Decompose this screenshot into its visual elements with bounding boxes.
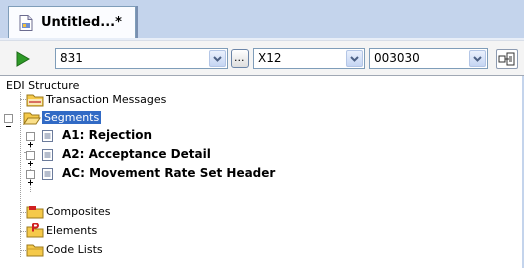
- tree-item-label: Elements: [46, 224, 98, 237]
- tab-title: Untitled...*: [41, 15, 122, 30]
- segment-icon: [42, 149, 53, 161]
- tree-item-elements[interactable]: Elements: [0, 222, 200, 240]
- transaction-set-value: 831: [60, 51, 83, 65]
- segment-icon: [42, 168, 53, 180]
- browse-button-label: ...: [234, 51, 245, 64]
- tree-item-a1[interactable]: A1: Rejection: [0, 127, 300, 147]
- toolbar: 831 ... X12 003030: [0, 40, 524, 76]
- tree-item-label: Code Lists: [46, 243, 103, 256]
- collapse-toggle[interactable]: [4, 114, 13, 127]
- standard-value: X12: [258, 51, 282, 65]
- tab-strip: Untitled...*: [0, 0, 524, 40]
- tree-item-transaction-messages[interactable]: Transaction Messages: [0, 91, 200, 109]
- document-icon: [19, 15, 33, 31]
- chevron-down-icon: [213, 56, 222, 62]
- structure-icon: [498, 52, 515, 66]
- plus-icon: [28, 180, 33, 185]
- tree-item-code-lists[interactable]: Code Lists: [0, 241, 200, 259]
- browse-button[interactable]: ...: [231, 49, 249, 68]
- expand-toggle[interactable]: [26, 170, 35, 185]
- tree-item-a2[interactable]: A2: Acceptance Detail: [0, 146, 300, 166]
- version-value: 003030: [374, 51, 420, 65]
- tree-item-label: Segments: [42, 111, 102, 124]
- tab-untitled[interactable]: Untitled...*: [8, 6, 136, 39]
- tree-item-label: Transaction Messages: [46, 93, 167, 106]
- standard-dropdown-button[interactable]: [346, 50, 363, 67]
- standard-select[interactable]: X12: [253, 48, 365, 69]
- tree-item-ac[interactable]: AC: Movement Rate Set Header: [0, 165, 340, 185]
- chevron-down-icon: [350, 56, 359, 62]
- folder-icon: [26, 244, 44, 257]
- elements-folder-icon: [26, 223, 44, 238]
- transaction-set-select[interactable]: 831: [55, 48, 228, 69]
- tab-shadow: [136, 6, 138, 39]
- expand-toggle[interactable]: [26, 151, 35, 166]
- chevron-down-icon: [473, 56, 482, 62]
- folder-icon: [26, 94, 44, 107]
- transaction-set-dropdown-button[interactable]: [209, 50, 226, 67]
- edi-structure-tree: EDI Structure Transaction Messages Segme…: [0, 76, 524, 268]
- tree-item-segments[interactable]: Segments: [0, 109, 200, 127]
- segment-icon: [42, 130, 53, 142]
- tree-item-label: AC: Movement Rate Set Header: [62, 166, 276, 180]
- tree-item-label: Composites: [46, 205, 111, 218]
- structure-button[interactable]: [496, 49, 518, 69]
- composites-folder-icon: [26, 206, 44, 219]
- expand-toggle[interactable]: [26, 132, 35, 147]
- folder-open-icon: [23, 112, 41, 125]
- tree-item-label: A2: Acceptance Detail: [62, 147, 211, 161]
- version-select[interactable]: 003030: [369, 48, 488, 69]
- tree-item-label: A1: Rejection: [62, 128, 152, 142]
- tree-item-composites[interactable]: Composites: [0, 203, 200, 221]
- run-icon[interactable]: [12, 50, 34, 68]
- version-dropdown-button[interactable]: [469, 50, 486, 67]
